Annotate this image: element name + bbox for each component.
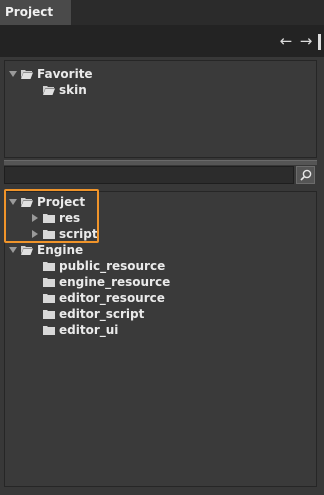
tree-item-label: Engine xyxy=(37,243,84,257)
tree-item-label: res xyxy=(59,211,81,225)
tree-item-project[interactable]: Project xyxy=(8,194,85,210)
tree-item-label: skin xyxy=(59,83,87,97)
folder-open-icon xyxy=(21,198,33,207)
expand-arrow-icon[interactable] xyxy=(8,242,18,258)
search-input[interactable] xyxy=(4,166,294,184)
tree-item-label: editor_script xyxy=(59,307,145,321)
collapse-arrow-icon[interactable] xyxy=(30,210,40,226)
toolbar-separator xyxy=(318,34,321,50)
tree-item-skin[interactable]: skin xyxy=(43,82,87,98)
tree-item-label: engine_resource xyxy=(59,275,171,289)
folder-icon xyxy=(43,326,55,335)
tree-item-engine-resource[interactable]: engine_resource xyxy=(43,274,170,290)
panel-splitter[interactable] xyxy=(4,160,317,165)
folder-open-icon xyxy=(21,246,33,255)
expand-arrow-icon[interactable] xyxy=(8,66,18,82)
collapse-arrow-icon[interactable] xyxy=(30,226,40,242)
tree-item-engine[interactable]: Engine xyxy=(8,242,83,258)
tree-item-label: editor_resource xyxy=(59,291,165,305)
tree-item-res[interactable]: res xyxy=(30,210,80,226)
title-bar: Project xyxy=(0,0,324,25)
search-button[interactable] xyxy=(296,166,315,184)
tree-item-label: public_resource xyxy=(59,259,166,273)
tree-item-favorite[interactable]: Favorite xyxy=(8,66,93,82)
tree-item-editor-script[interactable]: editor_script xyxy=(43,306,144,322)
tree-item-editor-resource[interactable]: editor_resource xyxy=(43,290,165,306)
tree-item-label: Favorite xyxy=(37,67,93,81)
search-icon xyxy=(300,169,312,181)
tree-item-public-resource[interactable]: public_resource xyxy=(43,258,165,274)
folder-icon xyxy=(43,262,55,271)
folder-open-icon xyxy=(43,86,55,95)
forward-arrow-icon[interactable]: → xyxy=(297,32,315,50)
tree-item-editor-ui[interactable]: editor_ui xyxy=(43,322,118,338)
folder-open-icon xyxy=(21,70,33,79)
search-row xyxy=(4,166,317,184)
tab-project[interactable]: Project xyxy=(0,0,72,25)
tree-item-label: Project xyxy=(37,195,86,209)
tree-item-label: editor_ui xyxy=(59,323,119,337)
folder-icon xyxy=(43,214,55,223)
favorites-panel: Favorite skin xyxy=(4,60,317,158)
tree-item-script[interactable]: script xyxy=(30,226,98,242)
folder-icon xyxy=(43,294,55,303)
tree-item-label: script xyxy=(59,227,98,241)
toolbar: ← → xyxy=(0,25,324,57)
back-arrow-icon[interactable]: ← xyxy=(277,32,295,50)
project-tree-panel: Project res script Engine public_resourc… xyxy=(4,191,317,487)
folder-icon xyxy=(43,230,55,239)
folder-icon xyxy=(43,278,55,287)
expand-arrow-icon[interactable] xyxy=(8,194,18,210)
folder-icon xyxy=(43,310,55,319)
